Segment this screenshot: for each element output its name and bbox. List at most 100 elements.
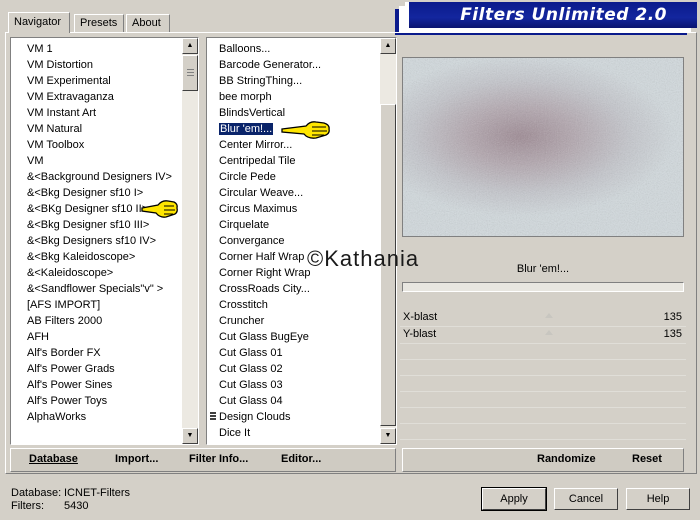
list-item-label: &<Bkg Kaleidoscope> [27,251,136,263]
list-item-label: Corner Right Wrap [219,267,311,279]
list-item-label: Cut Glass 04 [219,395,283,407]
pointing-hand-icon [281,121,330,139]
category-list-item[interactable]: &<Bkg Kaleidoscope> [11,249,181,265]
list-item-label: Cut Glass 03 [219,379,283,391]
filter-list-item[interactable]: Cut Glass 02 [207,361,379,377]
help-button[interactable]: Help [626,488,690,510]
noise-texture [403,58,683,236]
list-item-label: VM Extravaganza [27,91,114,103]
slider-marker-icon[interactable] [545,313,553,318]
app-title: Filters Unlimited 2.0 [460,5,667,25]
filter-list-item[interactable]: CrossRoads City... [207,281,379,297]
list-item-label: &<Sandflower Specials"v" > [27,283,164,295]
list-item-label: AFH [27,331,49,343]
scroll-thumb[interactable] [182,55,198,91]
category-list-item[interactable]: Alf's Border FX [11,345,181,361]
list-item-label: AlphaWorks [27,411,87,423]
category-list-item[interactable]: Alf's Power Toys [11,393,181,409]
param-row-x-blast[interactable]: X-blast 135 [400,310,686,327]
filter-list-item[interactable]: bee morph [207,89,379,105]
filter-list-item[interactable]: Circle Pede [207,169,379,185]
apply-button[interactable]: Apply [481,487,547,511]
empty-param-row [400,376,686,392]
tab-navigator[interactable]: Navigator [8,12,70,33]
filter-list[interactable]: Balloons... Barcode Generator... BB String… [206,37,397,445]
preview-image [402,57,684,237]
randomize-button[interactable]: Randomize [537,453,596,465]
slider-marker-icon[interactable] [545,330,553,335]
filter-list-item[interactable]: Balloons... [207,41,379,57]
list-item-label: Circus Maximus [219,203,298,215]
category-list-item[interactable]: &<Sandflower Specials"v" > [11,281,181,297]
database-button[interactable]: Database [29,453,78,465]
category-list-item[interactable]: AFH [11,329,181,345]
list-item-label: Cut Glass BugEye [219,331,309,343]
scroll-up-button[interactable]: ▲ [380,38,396,54]
category-list-item[interactable]: &<Kaleidoscope> [11,265,181,281]
filter-list-item[interactable]: Cirquelate [207,217,379,233]
category-list-item[interactable]: [AFS IMPORT] [11,297,181,313]
category-list-item[interactable]: &<Bkg Designers sf10 IV> [11,233,181,249]
category-list-item[interactable]: VM Experimental [11,73,181,89]
category-list-item[interactable]: VM [11,153,181,169]
list-item-label: Alf's Power Grads [27,363,115,375]
category-list-item[interactable]: Alf's Power Grads [11,361,181,377]
category-list-item[interactable]: Alf's Power Sines [11,377,181,393]
filter-list-item[interactable]: Cut Glass 03 [207,377,379,393]
title-banner: Filters Unlimited 2.0 [405,2,697,28]
tab-presets[interactable]: Presets [74,14,124,33]
param-name: X-blast [403,311,438,323]
list-item-label: Cut Glass 01 [219,347,283,359]
list-item-label: &<Bkg Designer sf10 III> [27,219,150,231]
list-item-label: Alf's Power Toys [27,395,108,407]
filter-list-item[interactable]: Dice It [207,425,379,441]
filter-list-item[interactable]: Centripedal Tile [207,153,379,169]
category-list-item[interactable]: &<Background Designers IV> [11,169,181,185]
category-list-item[interactable]: VM Distortion [11,57,181,73]
list-item-label: VM Instant Art [27,107,97,119]
filter-list-item[interactable]: Circus Maximus [207,201,379,217]
list-item-label: bee morph [219,91,272,103]
filter-list-item[interactable]: Barcode Generator... [207,57,379,73]
category-scrollbar[interactable]: ▲ ▼ [182,38,198,444]
filter-list-item[interactable]: Design Clouds [207,409,379,425]
filter-list-item[interactable]: Crosstitch [207,297,379,313]
category-list-item[interactable]: VM Extravaganza [11,89,181,105]
reset-button[interactable]: Reset [632,453,662,465]
list-item-label: BB StringThing... [219,75,303,87]
list-item-label: Cruncher [219,315,265,327]
list-item-label: VM Toolbox [27,139,85,151]
right-toolbar: Randomize Reset [402,448,684,472]
category-list-item[interactable]: VM Toolbox [11,137,181,153]
scroll-up-button[interactable]: ▲ [182,38,198,54]
list-item-label: Alf's Power Sines [27,379,113,391]
import-button[interactable]: Import... [115,453,158,465]
category-list-item[interactable]: VM Instant Art [11,105,181,121]
category-list[interactable]: VM 1 VM Distortion VM Experimental VM Extra… [10,37,199,445]
filter-info-button[interactable]: Filter Info... [189,453,248,465]
scroll-down-button[interactable]: ▼ [380,428,396,444]
cancel-button[interactable]: Cancel [554,488,618,510]
filter-scrollbar[interactable]: ▲ ▼ [380,38,396,444]
category-list-item[interactable]: AlphaWorks [11,409,181,425]
tab-about[interactable]: About [126,14,170,33]
filter-list-item[interactable]: Cut Glass 01 [207,345,379,361]
list-item-label: VM [27,155,44,167]
param-row-y-blast[interactable]: Y-blast 135 [400,327,686,344]
editor-button[interactable]: Editor... [281,453,321,465]
scroll-down-button[interactable]: ▼ [182,428,198,444]
status-filters: Filters: 5430 [11,500,88,512]
filter-list-item[interactable]: Cruncher [207,313,379,329]
list-item-label: Circular Weave... [219,187,304,199]
list-item-label: Dice It [219,427,251,439]
list-item-label: Centripedal Tile [219,155,296,167]
category-list-item[interactable]: VM Natural [11,121,181,137]
list-item-label: VM Natural [27,123,83,135]
category-list-item[interactable]: VM 1 [11,41,181,57]
filter-list-item[interactable]: BB StringThing... [207,73,379,89]
filter-list-item[interactable]: Circular Weave... [207,185,379,201]
filter-list-item[interactable]: Cut Glass BugEye [207,329,379,345]
filter-list-item[interactable]: Cut Glass 04 [207,393,379,409]
category-list-item[interactable]: AB Filters 2000 [11,313,181,329]
empty-param-row [400,408,686,424]
